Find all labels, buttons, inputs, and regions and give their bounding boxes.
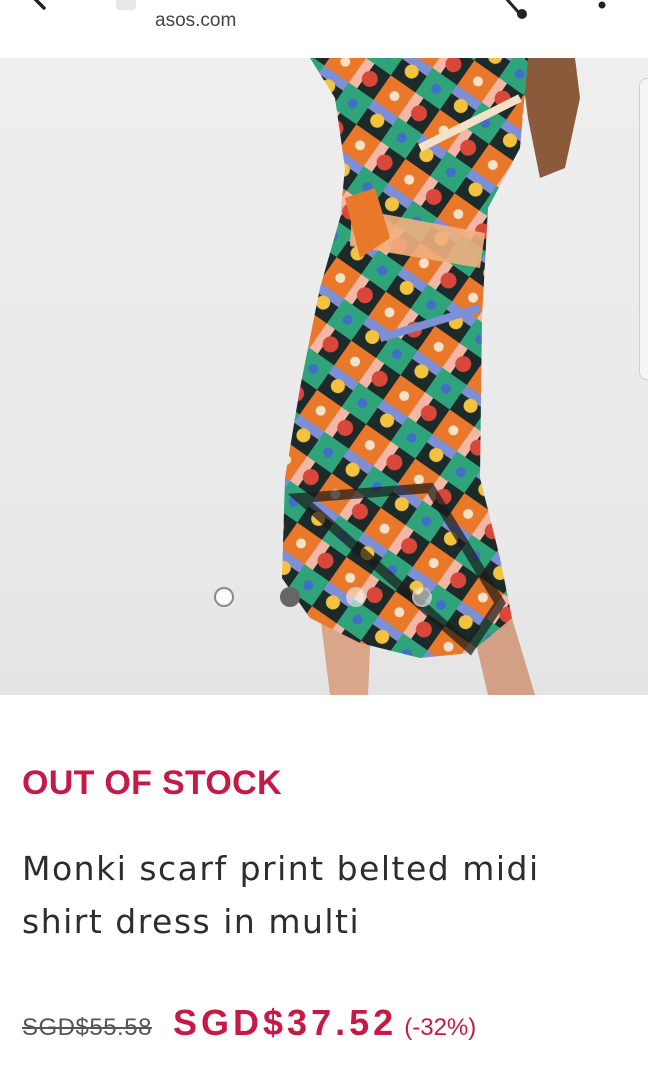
sale-price: SGD$37.52: [173, 1002, 398, 1043]
product-title: Monki scarf print belted midi shirt dres…: [22, 849, 540, 941]
more-vertical-icon[interactable]: [594, 0, 610, 20]
product-page: asos.com OUT OF STOCK Monki scarf print …: [0, 0, 648, 1080]
carousel-dot[interactable]: [214, 587, 234, 607]
share-icon[interactable]: [492, 0, 532, 22]
back-arrow-icon[interactable]: [30, 0, 70, 20]
carousel-dot-active[interactable]: [280, 587, 300, 607]
scroll-handle[interactable]: [639, 78, 648, 380]
url-text[interactable]: asos.com: [155, 10, 236, 32]
product-image-gallery[interactable]: [0, 58, 648, 695]
carousel-dots: [214, 587, 444, 611]
price-row: SGD$55.58 SGD$37.52 (-32%): [22, 1002, 476, 1052]
tab-icon[interactable]: [116, 0, 136, 10]
original-price: SGD$55.58: [22, 1014, 152, 1041]
browser-toolbar: asos.com: [0, 0, 648, 59]
carousel-dot[interactable]: [346, 587, 366, 607]
discount-badge: (-32%): [404, 1014, 477, 1041]
carousel-dot[interactable]: [412, 587, 432, 607]
stock-status: OUT OF STOCK: [22, 764, 282, 802]
